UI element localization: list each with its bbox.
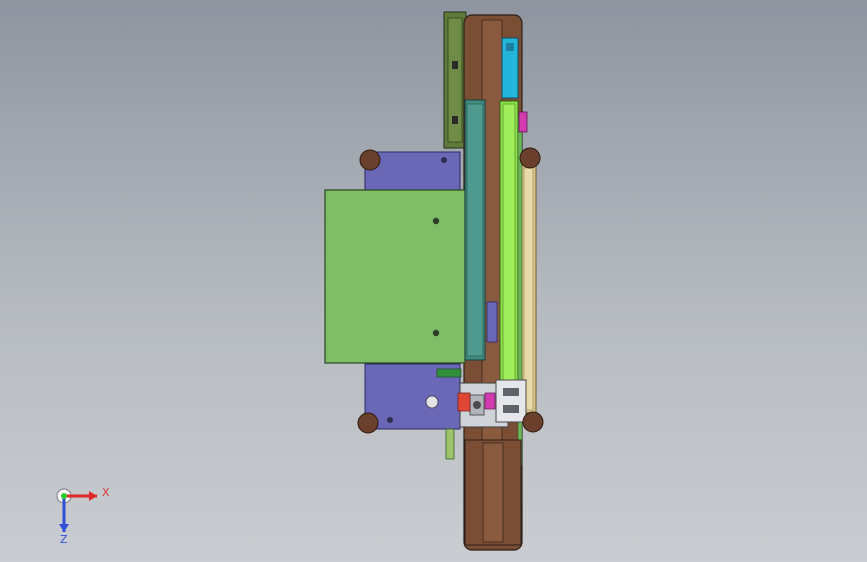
triad-y-axis-dot <box>61 493 67 499</box>
green-sensor[interactable] <box>436 368 462 378</box>
triad-z-label: Z <box>60 533 68 546</box>
tan-strip-face <box>523 167 534 411</box>
cyan-block-slot <box>506 43 514 51</box>
triad-x-label: X <box>102 486 110 499</box>
mechanism-clamp[interactable] <box>495 379 527 423</box>
blue-plate-hole-2 <box>441 157 447 163</box>
blue-plate-hole-3 <box>387 417 393 423</box>
white-pulley[interactable] <box>425 395 439 409</box>
magenta-actuator[interactable] <box>484 392 496 410</box>
mechanism-pin <box>473 401 481 409</box>
olive-plate-hole-2 <box>452 116 458 124</box>
triad-z-arrow <box>59 524 69 532</box>
triad-x-arrow <box>89 491 97 501</box>
cad-model-canvas[interactable]: X Z <box>0 0 867 562</box>
roller-top-right[interactable] <box>519 147 541 169</box>
blue-small-block[interactable] <box>486 301 498 343</box>
roller-bottom-right[interactable] <box>522 411 544 433</box>
teal-rail-face <box>466 103 484 357</box>
green-panel-hole-2 <box>432 329 440 337</box>
olive-plate-hole-1 <box>452 61 458 69</box>
green-cable <box>445 428 455 460</box>
magenta-side-part[interactable] <box>518 111 528 133</box>
red-actuator[interactable] <box>457 392 471 412</box>
lime-rail-face <box>502 103 516 381</box>
mechanism-clamp-bolt-1 <box>503 388 519 396</box>
roller-bottom-left[interactable] <box>357 412 379 434</box>
cad-viewport[interactable]: X Z <box>0 0 867 562</box>
lower-frame-center <box>482 442 504 543</box>
roller-top-left[interactable] <box>359 149 381 171</box>
green-panel-hole-1 <box>432 217 440 225</box>
green-main-panel[interactable] <box>324 189 466 364</box>
coordinate-triad: X Z <box>56 486 110 546</box>
mechanism-clamp-bolt-2 <box>503 405 519 413</box>
